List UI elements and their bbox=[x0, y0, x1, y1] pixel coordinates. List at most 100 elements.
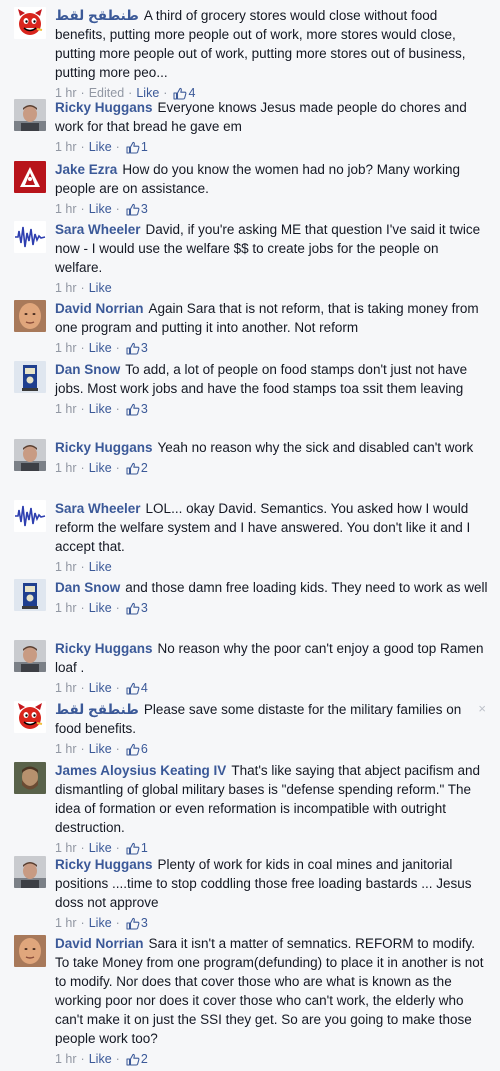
comment-meta: 1 hr · Like · 4 bbox=[55, 679, 488, 697]
separator-dot: · bbox=[115, 402, 120, 416]
comment-body: طنطقح لقط A third of grocery stores would… bbox=[55, 6, 488, 102]
avatar[interactable] bbox=[14, 640, 46, 672]
comment-item: طنطقح لقط Please save some distaste for t… bbox=[0, 700, 500, 758]
comment-timestamp[interactable]: 1 hr bbox=[55, 558, 77, 576]
like-link[interactable]: Like bbox=[89, 558, 112, 576]
avatar[interactable] bbox=[14, 935, 46, 967]
comment-author-link[interactable]: Dan Snow bbox=[55, 362, 120, 377]
comment-meta: 1 hr · Like bbox=[55, 558, 488, 576]
like-count[interactable]: 3 bbox=[141, 339, 148, 357]
avatar[interactable] bbox=[14, 300, 46, 332]
avatar[interactable] bbox=[14, 579, 46, 611]
comment-timestamp[interactable]: 1 hr bbox=[55, 339, 77, 357]
comment-timestamp[interactable]: 1 hr bbox=[55, 740, 77, 758]
thumbs-up-icon[interactable] bbox=[126, 141, 140, 154]
like-count[interactable]: 2 bbox=[141, 1050, 148, 1068]
thumbs-up-icon[interactable] bbox=[126, 1053, 140, 1066]
like-count[interactable]: 3 bbox=[141, 400, 148, 418]
separator-dot: · bbox=[115, 681, 120, 695]
like-count[interactable]: 3 bbox=[141, 200, 148, 218]
thumbs-up-icon[interactable] bbox=[126, 203, 140, 216]
comment-author-link[interactable]: James Aloysius Keating IV bbox=[55, 763, 226, 778]
comment-author-link[interactable]: David Norrian bbox=[55, 301, 144, 316]
avatar[interactable] bbox=[14, 221, 46, 253]
comment-item: Dan Snow and those damn free loading kids… bbox=[0, 578, 500, 617]
comment-author-link[interactable]: Sara Wheeler bbox=[55, 501, 141, 516]
close-icon[interactable]: × bbox=[478, 701, 486, 716]
comment-author-link[interactable]: Dan Snow bbox=[55, 580, 120, 595]
comment-body: Ricky Huggans No reason why the poor can'… bbox=[55, 639, 488, 697]
separator-dot: · bbox=[115, 1052, 120, 1066]
comment-body: David Norrian Sara it isn't a matter of s… bbox=[55, 934, 488, 1068]
like-count[interactable]: 2 bbox=[141, 459, 148, 477]
avatar[interactable] bbox=[14, 439, 46, 471]
like-link[interactable]: Like bbox=[89, 459, 112, 477]
comment-timestamp[interactable]: 1 hr bbox=[55, 200, 77, 218]
comment-item: James Aloysius Keating IV That's like say… bbox=[0, 761, 500, 857]
avatar[interactable] bbox=[14, 7, 46, 39]
like-link[interactable]: Like bbox=[89, 400, 112, 418]
comment-author-link[interactable]: Sara Wheeler bbox=[55, 222, 141, 237]
comment-author-link[interactable]: Ricky Huggans bbox=[55, 641, 153, 656]
thumbs-up-icon[interactable] bbox=[126, 682, 140, 695]
avatar[interactable] bbox=[14, 361, 46, 393]
separator-dot: · bbox=[80, 461, 85, 475]
avatar[interactable] bbox=[14, 701, 46, 733]
comment-meta: 1 hr · Like · 3 bbox=[55, 400, 488, 418]
like-link[interactable]: Like bbox=[89, 200, 112, 218]
like-link[interactable]: Like bbox=[89, 740, 112, 758]
like-link[interactable]: Like bbox=[89, 1050, 112, 1068]
comment-author-link[interactable]: Jake Ezra bbox=[55, 162, 117, 177]
like-link[interactable]: Like bbox=[89, 914, 112, 932]
comment-timestamp[interactable]: 1 hr bbox=[55, 459, 77, 477]
comment-body: Ricky Huggans Plenty of work for kids in … bbox=[55, 855, 488, 932]
like-link[interactable]: Like bbox=[89, 339, 112, 357]
comment-body: Sara Wheeler David, if you're asking ME t… bbox=[55, 220, 488, 297]
like-count[interactable]: 3 bbox=[141, 914, 148, 932]
avatar[interactable] bbox=[14, 99, 46, 131]
like-link[interactable]: Like bbox=[89, 679, 112, 697]
like-count[interactable]: 1 bbox=[141, 138, 148, 156]
comment-author-link[interactable]: Ricky Huggans bbox=[55, 857, 153, 872]
avatar[interactable] bbox=[14, 762, 46, 794]
comment-item: Sara Wheeler David, if you're asking ME t… bbox=[0, 220, 500, 297]
comment-timestamp[interactable]: 1 hr bbox=[55, 400, 77, 418]
like-count[interactable]: 3 bbox=[141, 599, 148, 617]
like-count[interactable]: 6 bbox=[141, 740, 148, 758]
like-count[interactable]: 4 bbox=[141, 679, 148, 697]
comment-timestamp[interactable]: 1 hr bbox=[55, 138, 77, 156]
thumbs-up-icon[interactable] bbox=[126, 842, 140, 855]
separator-dot: · bbox=[115, 742, 120, 756]
like-link[interactable]: Like bbox=[89, 279, 112, 297]
avatar[interactable] bbox=[14, 856, 46, 888]
comment-author-link[interactable]: Ricky Huggans bbox=[55, 440, 153, 455]
separator-dot: · bbox=[80, 560, 85, 574]
comment-timestamp[interactable]: 1 hr bbox=[55, 1050, 77, 1068]
comment-timestamp[interactable]: 1 hr bbox=[55, 279, 77, 297]
thumbs-up-icon[interactable] bbox=[126, 917, 140, 930]
comment-timestamp[interactable]: 1 hr bbox=[55, 914, 77, 932]
comment-body: James Aloysius Keating IV That's like say… bbox=[55, 761, 488, 857]
separator-dot: · bbox=[80, 202, 85, 216]
thumbs-up-icon[interactable] bbox=[126, 403, 140, 416]
separator-dot: · bbox=[80, 601, 85, 615]
comment-timestamp[interactable]: 1 hr bbox=[55, 679, 77, 697]
thumbs-up-icon[interactable] bbox=[126, 602, 140, 615]
comment-author-link[interactable]: طنطقح لقط bbox=[55, 8, 139, 23]
comment-meta: 1 hr · Like · 3 bbox=[55, 200, 488, 218]
separator-dot: · bbox=[80, 402, 85, 416]
comment-body: Ricky Huggans Everyone knows Jesus made p… bbox=[55, 98, 488, 156]
thumbs-up-icon[interactable] bbox=[126, 743, 140, 756]
comment-timestamp[interactable]: 1 hr bbox=[55, 599, 77, 617]
like-link[interactable]: Like bbox=[89, 599, 112, 617]
thumbs-up-icon[interactable] bbox=[126, 462, 140, 475]
separator-dot: · bbox=[115, 601, 120, 615]
comment-author-link[interactable]: David Norrian bbox=[55, 936, 144, 951]
avatar[interactable] bbox=[14, 161, 46, 193]
comment-author-link[interactable]: Ricky Huggans bbox=[55, 100, 153, 115]
thumbs-up-icon[interactable] bbox=[126, 342, 140, 355]
comment-meta: 1 hr · Like · 3 bbox=[55, 599, 488, 617]
avatar[interactable] bbox=[14, 500, 46, 532]
comment-author-link[interactable]: طنطقح لقط bbox=[55, 702, 139, 717]
like-link[interactable]: Like bbox=[89, 138, 112, 156]
